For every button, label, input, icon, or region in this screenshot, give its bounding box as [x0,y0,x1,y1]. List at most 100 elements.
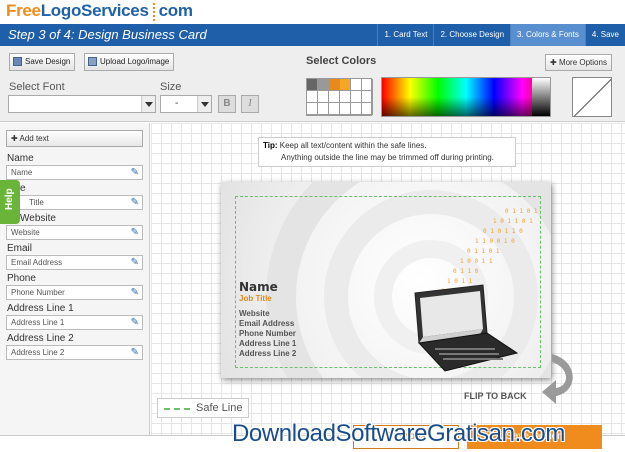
svg-text:0 1 0 1 1 0: 0 1 0 1 1 0 [483,228,523,235]
tab-card-text[interactable]: 1. Card Text [377,24,433,46]
step-bar: Step 3 of 4: Design Business Card 1. Car… [0,24,625,46]
step-tabs: 1. Card Text 2. Choose Design 3. Colors … [377,24,625,46]
card-name-text[interactable]: Name [239,280,278,294]
phone-field-value: Phone Number [11,288,65,297]
swatch[interactable] [329,103,340,115]
upload-icon [88,57,97,67]
safe-line-legend: Safe Line [157,398,249,418]
add-text-label: Add text [19,134,49,143]
swatch[interactable] [340,91,351,103]
swatch[interactable] [362,103,373,115]
pen-icon[interactable]: ✎ [131,167,139,179]
color-spectrum-picker[interactable] [381,77,551,117]
card-job-title-text[interactable]: Job Title [239,294,272,303]
site-logo[interactable]: FreeLogoServices com [6,1,193,23]
svg-text:0 1 1 0 1: 0 1 1 0 1 [505,208,538,215]
address-line-2-value: Address Line 2 [11,348,65,357]
name-field-value: Name [11,168,33,177]
flip-to-back-button[interactable]: FLIP TO BACK [464,391,527,401]
more-options-button[interactable]: ✚ More Options [545,54,612,71]
swatch[interactable] [351,103,362,115]
help-label: Help [4,188,15,210]
address-line-2-field[interactable]: Address Line 2 ✎ [6,345,143,360]
tip-line-1: Keep all text/content within the safe li… [279,141,427,150]
pen-icon[interactable]: ✎ [131,347,139,359]
size-value: - [175,98,179,109]
swatch[interactable] [340,79,351,91]
pen-icon[interactable]: ✎ [131,257,139,269]
help-tab[interactable]: Help [0,180,20,224]
upload-logo-button[interactable]: Upload Logo/image [84,53,175,71]
field-label-name: Name [7,153,34,164]
tip-heading: Tip: [263,141,278,150]
pen-icon[interactable]: ✎ [131,317,139,329]
email-field-value: Email Address [11,258,63,267]
add-text-button[interactable]: ✚ Add text [6,130,143,147]
font-select[interactable] [8,95,156,113]
tab-save[interactable]: 4. Save [584,24,625,46]
pen-icon[interactable]: ✎ [131,197,139,209]
swatch[interactable] [329,79,340,91]
logo-part-com: com [158,1,193,20]
field-label-email: Email [7,243,33,254]
address-line-1-value: Address Line 1 [11,318,65,327]
email-field[interactable]: Email Address ✎ [6,255,143,270]
save-design-button[interactable]: Save Design [9,53,76,71]
card-website-text[interactable]: Website [239,309,270,318]
field-label-address-1: Address Line 1 [7,303,74,314]
swatch[interactable] [329,91,340,103]
tab-choose-design[interactable]: 2. Choose Design [433,24,510,46]
tip-line-2: Anything outside the line may be trimmed… [281,153,494,162]
swatch[interactable] [351,91,362,103]
svg-text:0 1 1 0 1: 0 1 1 0 1 [467,248,500,255]
field-label-website: Website [20,213,56,224]
chevron-down-icon [141,96,155,112]
bold-button[interactable]: B [218,95,236,113]
more-options-label: More Options [558,58,607,67]
floppy-disk-icon [13,57,22,67]
grayscale-strip[interactable] [532,78,550,116]
tab-colors-fonts[interactable]: 3. Colors & Fonts [510,24,585,46]
upload-logo-label: Upload Logo/image [100,57,170,66]
svg-text:1 0 0 1 1: 1 0 0 1 1 [460,258,493,265]
swatch[interactable] [307,79,318,91]
laptop-graphic[interactable]: 0 1 1 0 1 1 0 1 1 0 1 0 1 0 1 1 0 1 1 0 … [405,203,555,378]
title-field[interactable]: Title ✎ [6,195,143,210]
website-field[interactable]: Website ✎ [6,225,143,240]
select-font-label: Select Font [9,81,65,93]
swatch[interactable] [307,103,318,115]
card-email-text[interactable]: Email Address [239,319,294,328]
swatch[interactable] [318,103,329,115]
text-fields-panel: ✚ Add text Name Name ✎ Title Title ✎ Websi… [0,123,150,435]
pen-icon[interactable]: ✎ [131,287,139,299]
swatch[interactable] [318,91,329,103]
field-label-phone: Phone [7,273,36,284]
address-line-1-field[interactable]: Address Line 1 ✎ [6,315,143,330]
chevron-down-icon [197,96,211,112]
card-address-2-text[interactable]: Address Line 2 [239,349,296,358]
pen-icon[interactable]: ✎ [131,227,139,239]
phone-field[interactable]: Phone Number ✎ [6,285,143,300]
svg-text:1 0 1 1: 1 0 1 1 [447,278,473,285]
swatch[interactable] [351,79,362,91]
plus-icon: ✚ [550,58,559,67]
card-address-1-text[interactable]: Address Line 1 [239,339,296,348]
swatch[interactable] [362,79,373,91]
field-label-address-2: Address Line 2 [7,333,74,344]
swatch[interactable] [318,79,329,91]
color-swatch-grid [306,78,373,116]
card-phone-text[interactable]: Phone Number [239,329,296,338]
swatch[interactable] [362,91,373,103]
swatch[interactable] [340,103,351,115]
size-select[interactable]: - [160,95,212,113]
watermark-text: DownloadSoftwareGratisan.com [232,420,565,447]
design-toolbar: Save Design Upload Logo/image Select Fon… [0,46,625,122]
name-field[interactable]: Name ✎ [6,165,143,180]
no-color-swatch[interactable] [572,77,612,117]
tip-box: Tip: Keep all text/content within the sa… [258,137,516,167]
swatch[interactable] [307,91,318,103]
flip-arrow-icon[interactable] [540,352,580,407]
select-colors-title: Select Colors [306,55,377,67]
save-design-label: Save Design [25,57,71,66]
italic-button[interactable]: I [241,95,259,113]
